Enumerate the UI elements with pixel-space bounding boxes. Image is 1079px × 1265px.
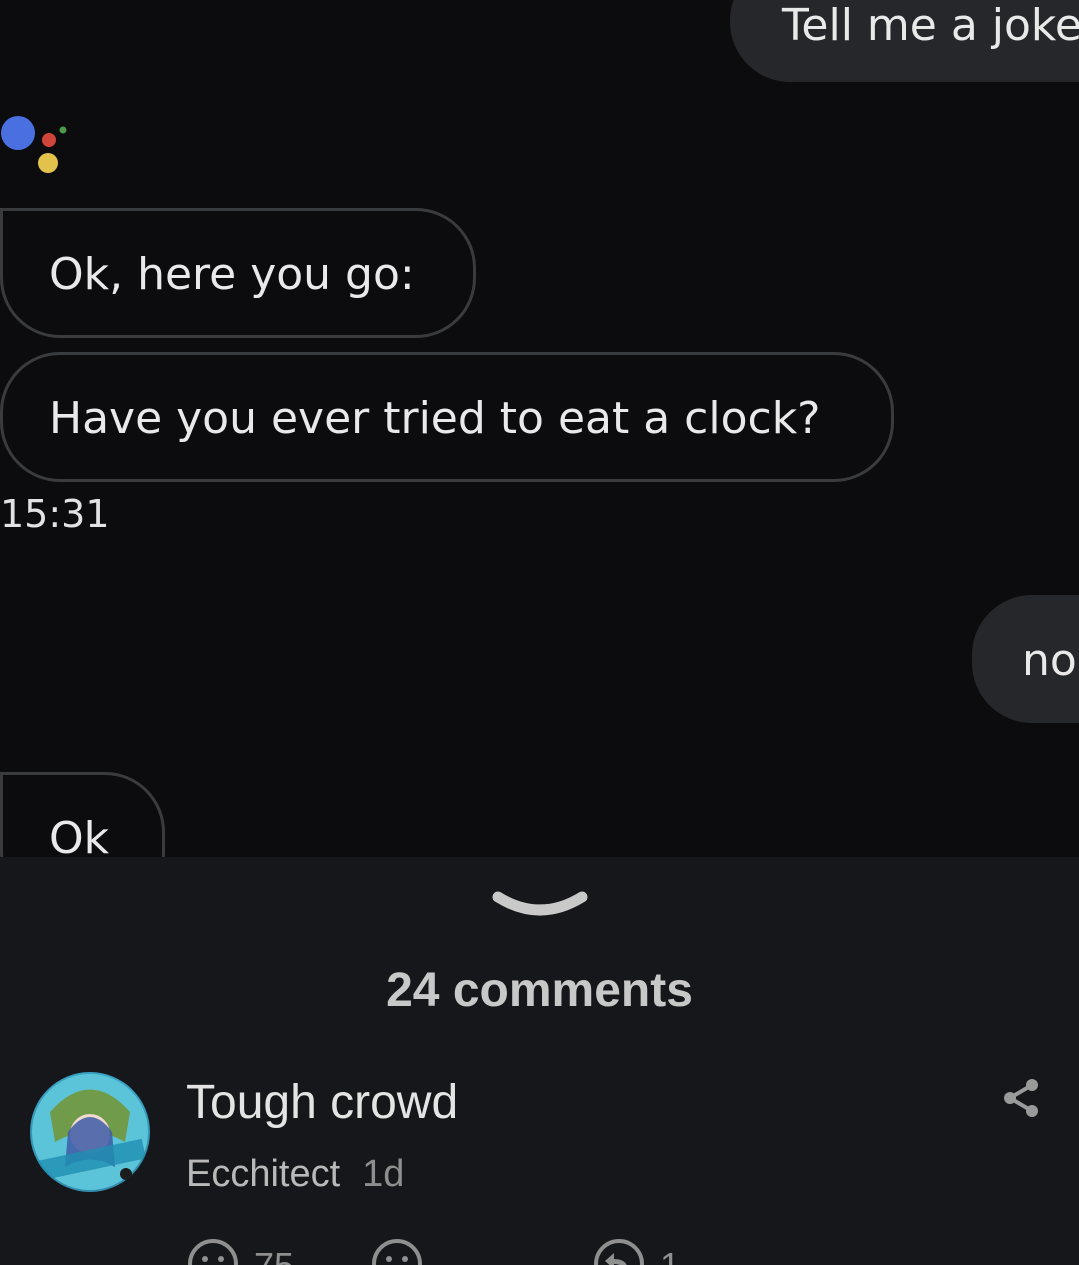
user-message-bubble: Tell me a joke [730,0,1079,82]
chevron-down-icon[interactable] [490,887,590,927]
smile-icon [188,1239,238,1265]
frown-icon [372,1239,422,1265]
assistant-message-text: Ok, here you go: [49,249,415,300]
downvote-button[interactable] [370,1237,424,1265]
chat-screenshot: Tell me a joke Ok, here you go: Have you… [0,0,1079,857]
assistant-message-bubble: Ok [0,772,165,857]
comment-text: Tough crowd [186,1076,459,1129]
assistant-message-text: Ok [49,813,110,857]
upvote-count: 75 [254,1245,294,1265]
comments-count: 24 comments [386,964,693,1017]
user-message-text: no [1022,635,1077,686]
assistant-message-bubble: Ok, here you go: [0,208,476,338]
upvote-button[interactable]: 75 [186,1237,294,1265]
google-assistant-icon [1,116,67,173]
avatar-image [32,1074,148,1190]
avatar[interactable] [30,1072,150,1192]
message-timestamp: 15:31 [0,492,110,536]
share-icon[interactable] [1000,1077,1042,1119]
comment-time: 1d [362,1153,405,1195]
reply-button[interactable]: 1 [592,1237,680,1265]
assistant-message-bubble: Have you ever tried to eat a clock? [0,352,894,482]
comment-author[interactable]: Ecchitect [186,1153,340,1195]
reply-icon [594,1239,644,1265]
reply-count: 1 [660,1245,680,1265]
user-message-bubble: no [972,595,1079,723]
comments-sheet: 24 comments Tough crowd Ecchitect 1d [0,857,1079,1265]
comment-meta: Ecchitect 1d [186,1153,404,1196]
user-message-text: Tell me a joke [782,0,1079,51]
assistant-message-text: Have you ever tried to eat a clock? [49,393,821,444]
